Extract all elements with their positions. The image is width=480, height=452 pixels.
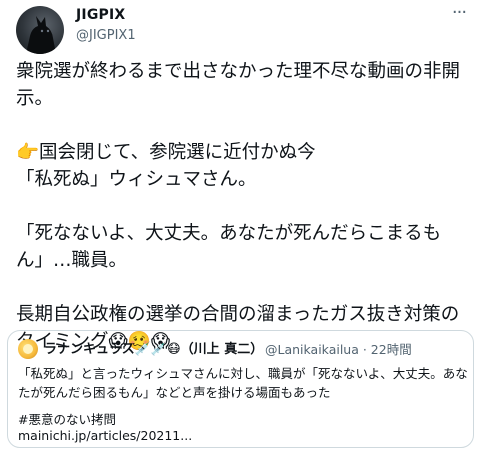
dog-profile-icon [26,16,56,54]
user-handle[interactable]: @JIGPIX1 [76,28,136,43]
quote-display-name[interactable]: ラナンキュラス💉💉😷（川上 真二） [44,338,263,357]
sun-profile-icon [23,344,33,354]
tweet-card: JIGPIX @JIGPIX1 ··· 衆院選が終わるまで出さなかった理不尽な動… [0,0,480,452]
quoted-tweet[interactable]: ラナンキュラス💉💉😷（川上 真二） @Lanikaikailua · 22時間 … [7,330,474,448]
quote-handle-time[interactable]: @Lanikaikailua · 22時間 [265,339,412,358]
profile-avatar-icon[interactable] [16,6,64,54]
display-name[interactable]: JIGPIX [76,7,125,23]
quote-avatar-icon[interactable] [18,339,38,359]
quote-link[interactable]: mainichi.jp/articles/20211... [18,428,192,443]
quote-text: 「私死ぬ」と言ったウィシュマさんに対し、職員が「死なないよ、大丈夫。あなたが死ん… [18,366,468,400]
more-icon[interactable]: ··· [448,4,470,26]
quote-hashtag[interactable]: #悪意のない拷問 [18,409,116,428]
tweet-text: 衆院選が終わるまで出さなかった理不尽な動画の非開示。 👉国会閉じて、参院選に近付… [16,61,461,352]
